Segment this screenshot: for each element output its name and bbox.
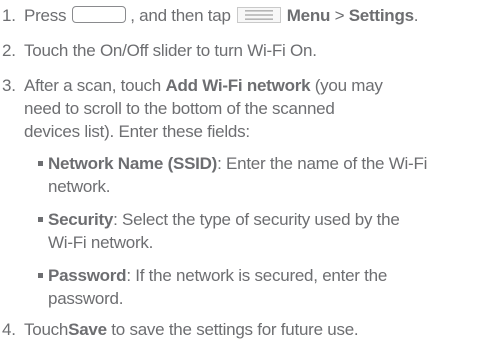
bullet-text: : Select the type of security used by th… (113, 210, 400, 229)
bullet-security-line-2: Wi-Fi network. (48, 233, 154, 252)
step-3-line-2: need to scroll to the bottom of the scan… (24, 99, 335, 118)
step-3-line-3: devices list). Enter these fields: (24, 122, 250, 141)
step-number: 1. (2, 6, 16, 25)
bullet-label: Security (48, 210, 114, 229)
bullet-text: : Enter the name of the Wi-Fi (217, 154, 428, 173)
step-number: 2. (2, 41, 16, 60)
settings-label: Settings (348, 6, 414, 25)
step-number: 4. (2, 320, 16, 339)
step-text-post: to save the settings for future use. (106, 320, 359, 339)
bullet-password-line-2: password. (48, 289, 124, 308)
step-text-pre: Press (24, 6, 67, 25)
menu-label: Menu (286, 6, 331, 25)
menu-icon (236, 7, 281, 23)
bullet-network-name: Network Name (SSID): Enter the name of t… (38, 154, 427, 174)
step-text-end: . (413, 6, 419, 25)
path-separator: > (330, 6, 349, 25)
home-button-icon (72, 6, 127, 23)
bullet-icon (38, 217, 43, 222)
step-text: TouchSave to save the settings for futur… (24, 320, 359, 340)
bullet-label: Password (48, 266, 127, 285)
step-text: Press , and then tap Menu > Settings. (24, 6, 419, 26)
step-text-mid: , and then tap (130, 6, 231, 25)
bullet-icon (38, 161, 43, 166)
bullet-network-name-line-2: network. (48, 177, 111, 196)
bullet-password: Password: If the network is secured, ent… (38, 266, 387, 286)
bullet-security: Security: Select the type of security us… (38, 210, 400, 230)
bullet-label: Network Name (SSID) (48, 154, 218, 173)
bullet-text: : If the network is secured, enter the (126, 266, 388, 285)
step-text-pre: Touch (24, 320, 69, 339)
bullet-icon (38, 273, 43, 278)
step-text: Touch the On/Off slider to turn Wi-Fi On… (24, 41, 317, 60)
add-wifi-network-label: Add Wi-Fi network (165, 76, 311, 95)
step-number: 3. (2, 76, 16, 95)
step-text-post: (you may (310, 76, 383, 95)
save-label: Save (68, 320, 107, 339)
step-text-pre: After a scan, touch (24, 76, 166, 95)
step-text: After a scan, touch Add Wi-Fi network (y… (24, 76, 383, 96)
